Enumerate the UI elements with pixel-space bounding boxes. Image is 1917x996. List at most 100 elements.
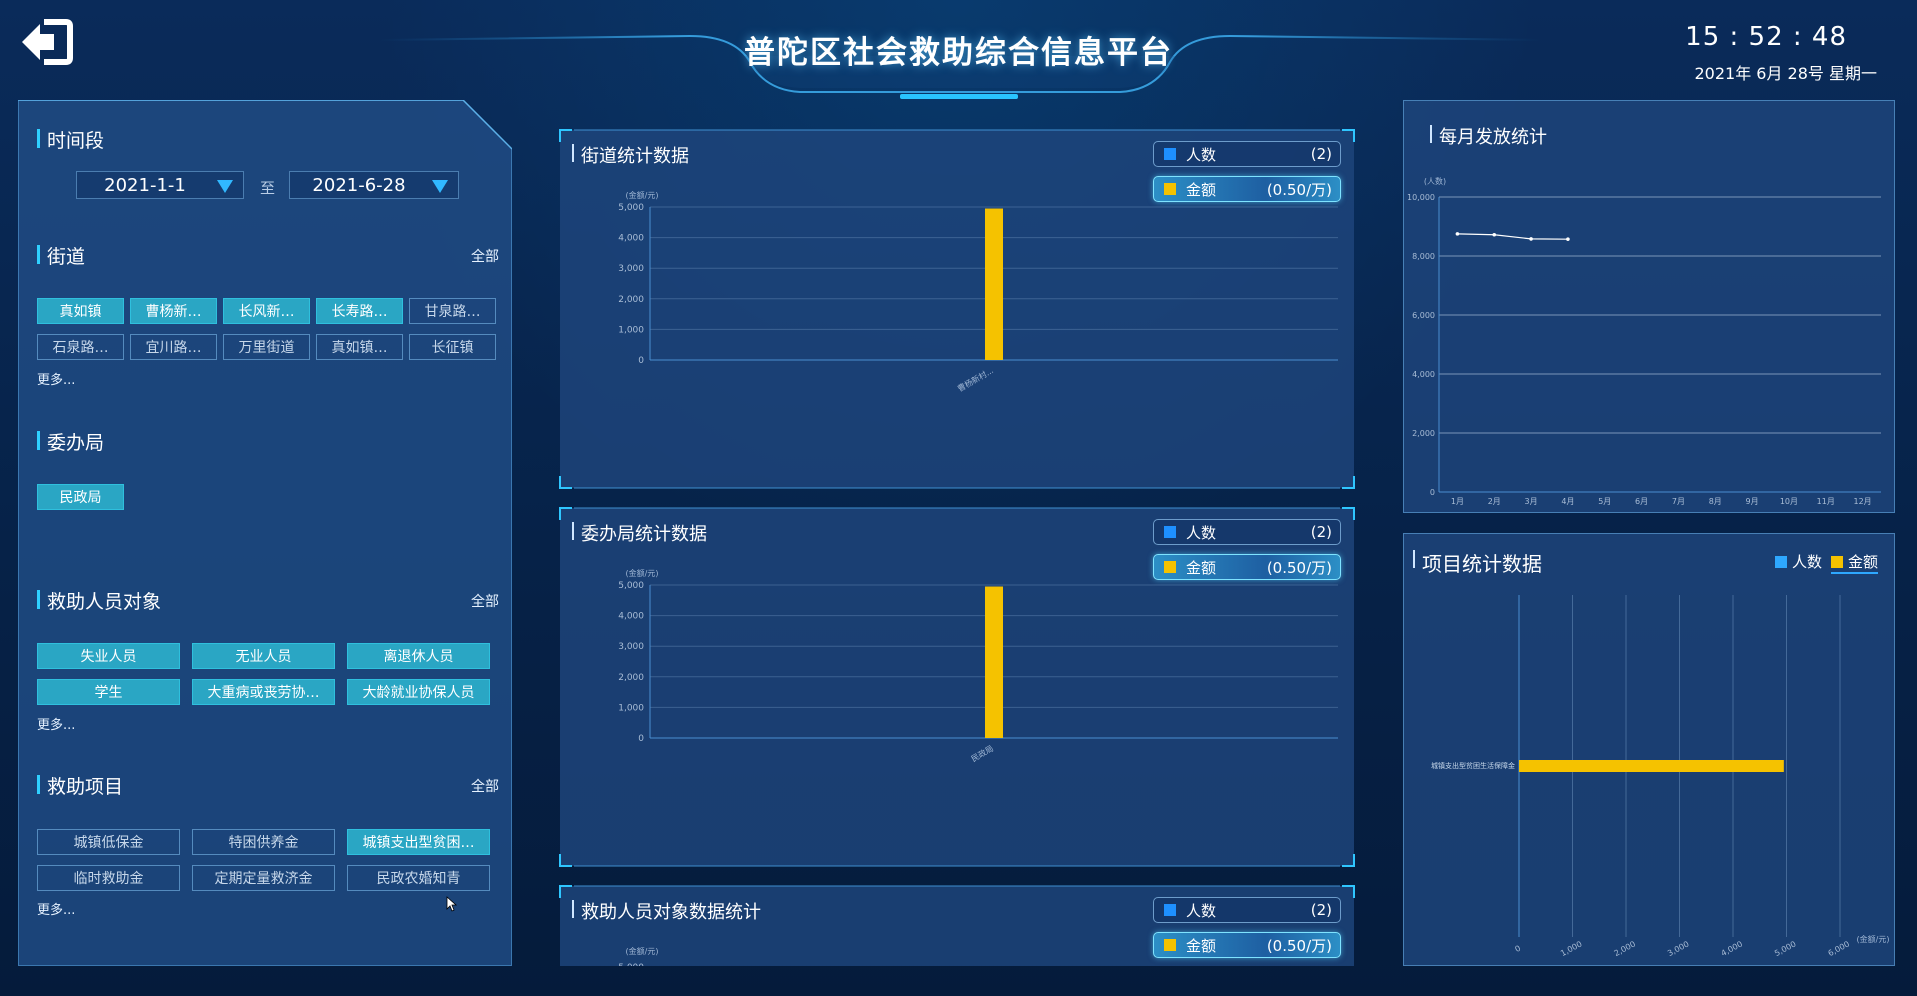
center-panel-title: 救助人员对象数据统计 [572,898,761,924]
data-point [1492,232,1497,237]
data-point [1455,232,1460,236]
filter-tag[interactable]: 真如镇… [316,334,403,360]
to-label: 至 [260,179,276,197]
y-tick-label: 4,000 [618,612,644,622]
y-tick-label: 2,000 [618,673,644,683]
x-tick-label: 5月 [1598,497,1611,506]
center-panel-title: 街道统计数据 [572,142,689,168]
filter-tag[interactable]: 宜川路… [130,334,217,360]
filter-tag[interactable]: 万里街道 [223,334,310,360]
filter-tag[interactable]: 失业人员 [37,643,180,669]
amount-swatch [1831,555,1843,568]
filter-tag[interactable]: 无业人员 [192,643,335,669]
y-tick-label: 0 [638,356,644,366]
legend-people[interactable]: 人数 [1775,551,1822,572]
data-point [1529,237,1533,241]
x-tick-label: 11月 [1817,497,1835,506]
project-stats-title: 项目统计数据 [1413,548,1542,577]
street-all-link[interactable]: 全部 [471,246,499,266]
legend-value: (2) [1310,901,1332,919]
x-tick-label: 2,000 [1613,939,1637,958]
x-tick-label: 8月 [1709,497,1722,506]
filter-tag[interactable]: 大重病或丧劳协… [192,679,335,705]
y-tick-label: 2,000 [618,295,644,305]
filter-tag[interactable]: 长风新… [223,298,310,324]
dropdown-arrow-icon [217,180,233,193]
legend-people-label: 人数 [1792,553,1823,571]
filter-tag[interactable]: 大龄就业协保人员 [347,679,490,705]
filter-tag[interactable]: 特困供养金 [192,829,335,855]
y-tick-label: 4,000 [618,234,644,244]
legend-people-button[interactable]: 人数 (2) [1153,897,1341,923]
people-swatch [1164,904,1176,916]
x-tick-label: 10月 [1780,497,1798,506]
filter-tag[interactable]: 离退休人员 [347,643,490,669]
start-date-select[interactable]: 2021-1-1 [76,171,244,199]
x-tick-label: 3月 [1525,497,1538,506]
center-panel-title: 委办局统计数据 [572,520,707,546]
project-chart: 0 1,000 2,000 3,000 4,000 5,000 6,000 (金额/元) 城镇支… [1431,595,1889,958]
legend-label: 人数 [1186,901,1217,920]
y-tick-label: 4,000 [1412,370,1435,379]
y-tick-label: 6,000 [1412,311,1435,320]
end-date-select[interactable]: 2021-6-28 [289,171,459,199]
x-tick-label: 6月 [1635,497,1648,506]
clock: 15 : 52 : 48 [1685,22,1847,52]
y-tick-label: 城镇支出型贫困生活保障金 [1431,761,1515,770]
end-date-value: 2021-6-28 [312,174,406,196]
people-swatch [1164,526,1176,538]
dropdown-arrow-icon [432,180,448,193]
y-tick-label: 5,000 [618,203,644,213]
x-tick-label: 7月 [1672,497,1685,506]
filter-tag[interactable]: 长征镇 [409,334,496,360]
series-line [1457,233,1568,240]
filter-tag[interactable]: 长寿路… [316,298,403,324]
target-more-link[interactable]: 更多... [37,714,75,733]
street-title: 街道 [37,242,85,269]
filter-tag[interactable]: 定期定量救济金 [192,865,335,891]
unit-label: (金额/元) [626,568,659,578]
filter-tag[interactable]: 曹杨新… [130,298,217,324]
bar [985,208,1003,360]
target-title: 救助人员对象 [37,587,161,614]
project-all-link[interactable]: 全部 [471,776,499,796]
filter-tag[interactable]: 真如镇 [37,298,124,324]
x-tick-label: 0 [1513,944,1522,954]
filter-tag[interactable]: 石泉路… [37,334,124,360]
monthly-title: 每月发放统计 [1430,123,1547,149]
people-swatch [1164,148,1176,160]
x-tick-label: 1月 [1451,497,1464,506]
data-point [1566,237,1570,241]
legend-people-button[interactable]: 人数 (2) [1153,141,1341,167]
filter-tag[interactable]: 临时救助金 [37,865,180,891]
unit-label: (金额/元) [626,190,659,200]
filter-tag[interactable]: 城镇支出型贫困… [347,829,490,855]
y-tick-label: 10,000 [1407,193,1435,202]
filter-tag[interactable]: 甘泉路… [409,298,496,324]
y-tick-label: 2,000 [1412,429,1435,438]
x-tick-label: 曹杨新村... [956,365,995,393]
street-more-link[interactable]: 更多... [37,369,75,388]
center-bar-chart: (金额/元) 0 1,000 2,000 3,000 4,000 5,000 曹杨新村... [618,190,1338,394]
filter-tag[interactable]: 城镇低保金 [37,829,180,855]
filter-tag[interactable]: 民政农婚知青 [347,865,490,891]
legend-value: (2) [1310,523,1332,541]
unit-label: (金额/元) [626,946,659,956]
x-tick-label: 4月 [1561,497,1574,506]
start-date-value: 2021-1-1 [104,174,186,196]
project-more-link[interactable]: 更多... [37,899,75,918]
page-title: 普陀区社会救助综合信息平台 [744,35,1173,71]
target-all-link[interactable]: 全部 [471,591,499,611]
date-label: 2021年 6月 28号 星期一 [1694,64,1877,83]
people-swatch [1775,555,1787,568]
y-tick-label: 0 [1430,488,1435,497]
y-tick-label: 1,000 [618,703,644,713]
legend-people-button[interactable]: 人数 (2) [1153,519,1341,545]
legend-amount[interactable]: 金额 [1831,551,1879,574]
bar [1519,760,1784,772]
filter-tag[interactable]: 学生 [37,679,180,705]
x-tick-label: 3,000 [1666,939,1690,958]
y-tick-label: 3,000 [618,642,644,652]
filter-tag[interactable]: 民政局 [37,484,124,510]
y-tick-label: 8,000 [1412,252,1435,261]
